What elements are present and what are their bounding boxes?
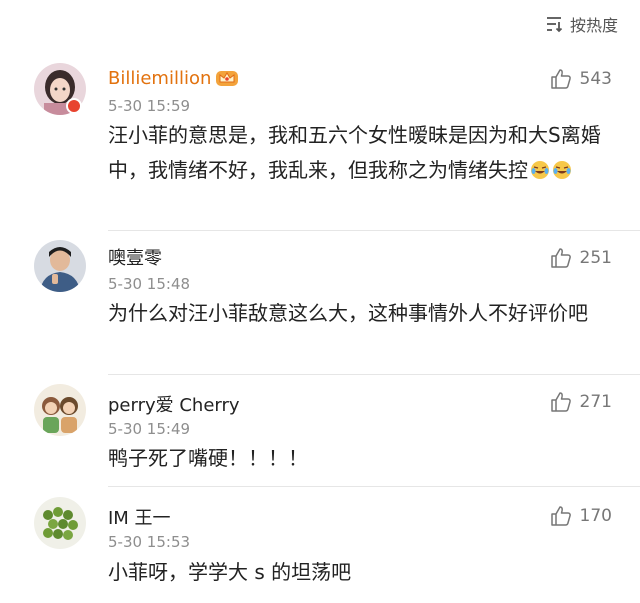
thumbs-up-icon bbox=[550, 392, 571, 412]
avatar-man bbox=[34, 240, 86, 292]
comment-time: 5-30 15:59 bbox=[108, 97, 191, 115]
comment-text-content: 汪小菲的意思是，我和五六个女性暧昧是因为和大S离婚中，我情绪不好，我乱来，但我称… bbox=[108, 123, 601, 182]
verified-badge-icon bbox=[66, 98, 82, 114]
username[interactable]: 噢壹零 bbox=[108, 244, 162, 270]
like-button[interactable]: 271 bbox=[550, 391, 612, 413]
like-button[interactable]: 170 bbox=[550, 505, 612, 527]
like-button[interactable]: 251 bbox=[550, 247, 612, 269]
comment-text: 小菲呀，学学大 s 的坦荡吧 bbox=[108, 560, 352, 584]
thumbs-up-icon bbox=[550, 69, 571, 89]
avatar[interactable] bbox=[34, 497, 86, 549]
divider bbox=[108, 230, 640, 231]
like-count: 543 bbox=[579, 69, 612, 89]
sort-label: 按热度 bbox=[569, 16, 618, 35]
like-count: 271 bbox=[579, 392, 612, 412]
comment-time: 5-30 15:53 bbox=[108, 533, 191, 551]
username[interactable]: Billiemillion bbox=[108, 67, 239, 89]
vip-crown-icon bbox=[216, 71, 239, 86]
like-count: 251 bbox=[579, 248, 612, 268]
avatar-cartoon bbox=[34, 384, 86, 436]
thumbs-up-icon bbox=[550, 248, 571, 268]
thumbs-up-icon bbox=[550, 506, 571, 526]
divider bbox=[108, 374, 640, 375]
comment-time: 5-30 15:49 bbox=[108, 420, 191, 438]
like-count: 170 bbox=[579, 506, 612, 526]
username[interactable]: perry爱 Cherry bbox=[108, 391, 240, 417]
laugh-cry-emoji bbox=[531, 161, 549, 179]
sort-by-hot-button[interactable]: 按热度 bbox=[544, 12, 618, 36]
avatar-peas bbox=[34, 497, 86, 549]
comment-text: 为什么对汪小菲敌意这么大，这种事情外人不好评价吧 bbox=[108, 301, 588, 325]
comment-text: 汪小菲的意思是，我和五六个女性暧昧是因为和大S离婚中，我情绪不好，我乱来，但我称… bbox=[108, 118, 608, 188]
like-button[interactable]: 543 bbox=[550, 68, 612, 90]
sort-icon bbox=[546, 17, 563, 33]
username[interactable]: IM 王一 bbox=[108, 504, 171, 530]
avatar[interactable] bbox=[34, 240, 86, 292]
laugh-cry-emoji bbox=[553, 161, 571, 179]
comments-header: 按热度 bbox=[0, 0, 640, 48]
username-text: Billiemillion bbox=[108, 68, 212, 89]
comment-text: 鸭子死了嘴硬！！！！ bbox=[108, 446, 308, 470]
divider bbox=[108, 486, 640, 487]
avatar[interactable] bbox=[34, 384, 86, 436]
comment-time: 5-30 15:48 bbox=[108, 275, 191, 293]
